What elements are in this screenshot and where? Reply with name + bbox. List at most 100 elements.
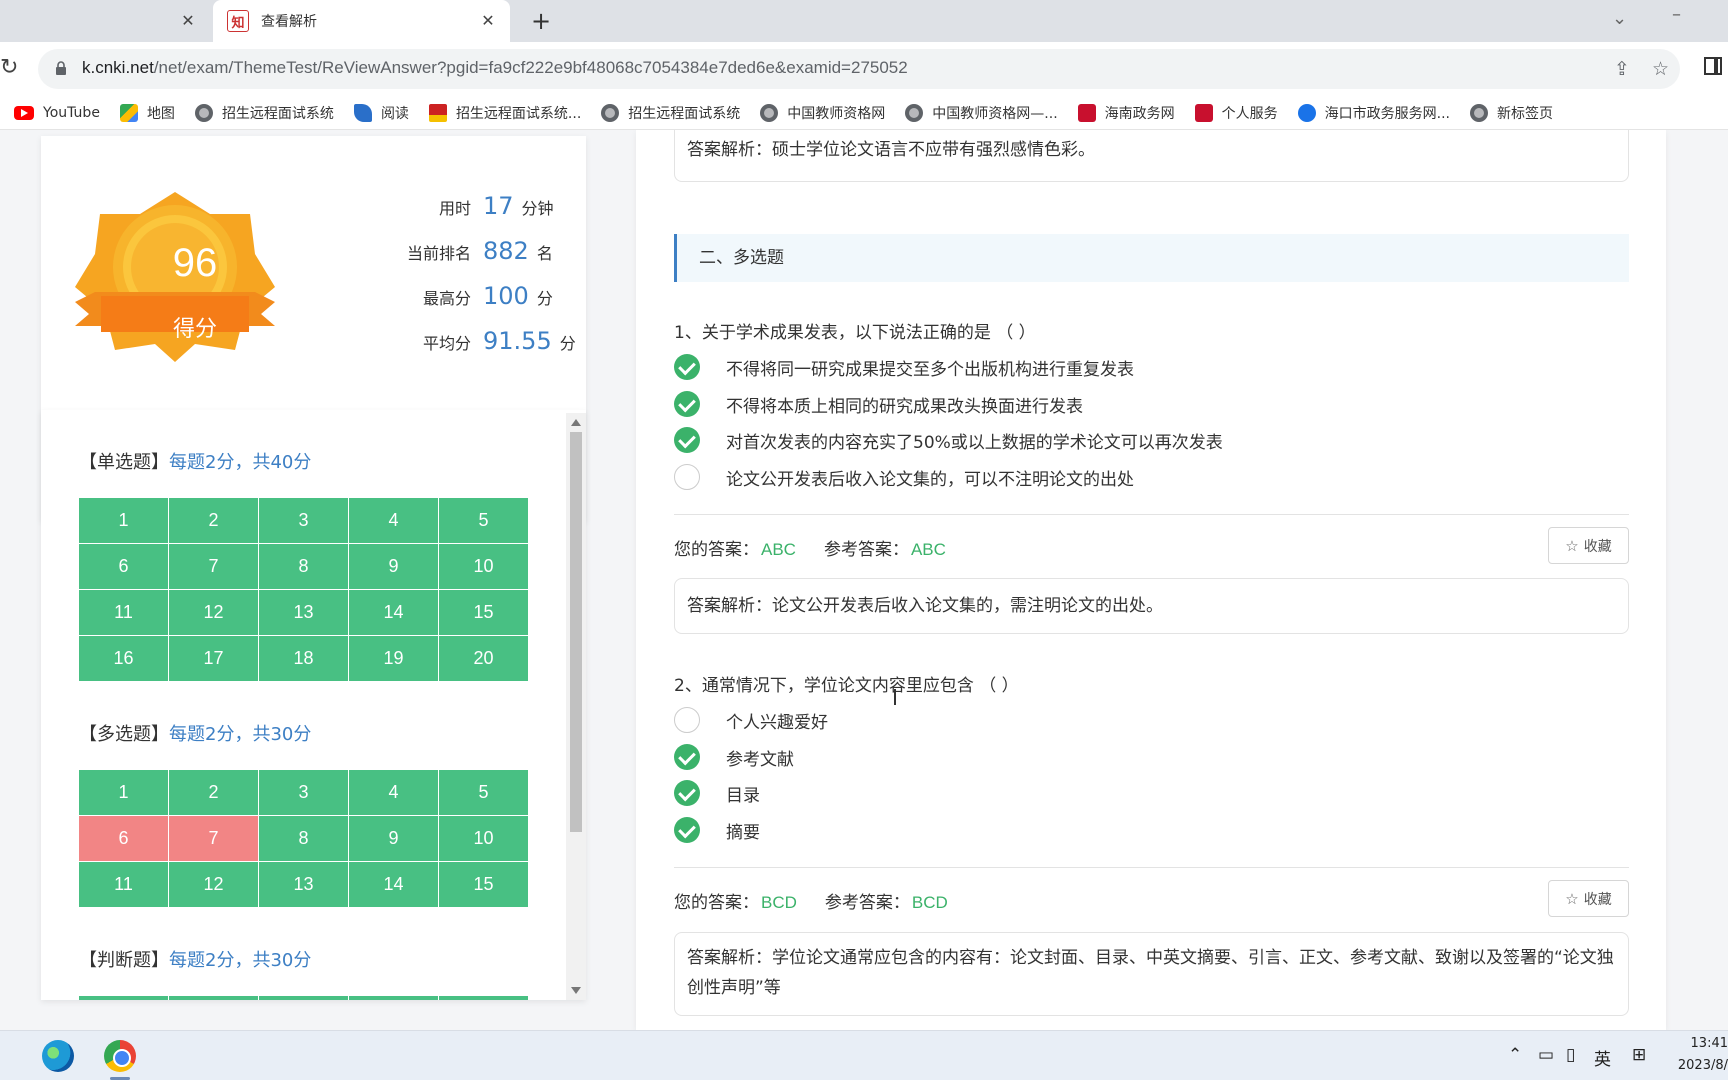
bookmark-item[interactable]: 海南政务网: [1077, 103, 1175, 123]
question-cell[interactable]: 3: [259, 996, 348, 1000]
stat-label: 最高分: [422, 289, 471, 308]
bookmark-item[interactable]: 中国教师资格网—...: [905, 103, 1058, 123]
new-tab-button[interactable]: +: [528, 8, 554, 34]
bookmark-maps[interactable]: 地图: [119, 103, 175, 123]
question-cell[interactable]: 8: [259, 544, 348, 589]
question-cell[interactable]: 10: [439, 816, 528, 861]
question-cell[interactable]: 14: [349, 862, 438, 907]
question-cell[interactable]: 14: [349, 590, 438, 635]
section-title-text: 【多选题】: [79, 724, 169, 745]
question-title: 1、关于学术成果发表，以下说法正确的是 （ ）: [674, 323, 1036, 343]
stat-value: 17: [483, 192, 514, 220]
question-cell[interactable]: 9: [349, 544, 438, 589]
url-host: k.cnki.net: [82, 58, 154, 77]
question-cell[interactable]: 9: [349, 816, 438, 861]
question-cell[interactable]: 2: [169, 996, 258, 1000]
question-cell[interactable]: 4: [349, 996, 438, 1000]
question-cell[interactable]: 18: [259, 636, 348, 681]
question-grid-judge: 12345: [79, 996, 528, 1000]
question-cell[interactable]: 11: [79, 590, 168, 635]
question-cell[interactable]: 16: [79, 636, 168, 681]
answer-sheet-scrollbar[interactable]: [566, 413, 586, 1000]
share-icon[interactable]: ⇪: [1614, 58, 1630, 80]
question-grid-multi: 1 2 3 4 5 6 7 8 9 10 11 12 13 14 15: [79, 770, 528, 907]
question-cell[interactable]: 19: [349, 636, 438, 681]
review-card: 答案解析：硕士学位论文语言不应带有强烈感情色彩。 二、多选题 1、关于学术成果发…: [636, 130, 1666, 1030]
option-text: 不得将同一研究成果提交至多个出版机构进行重复发表: [726, 359, 1134, 380]
edge-icon[interactable]: [42, 1040, 74, 1072]
question-cell[interactable]: 1: [79, 770, 168, 815]
tab-search-chevron-icon[interactable]: ⌄: [1612, 8, 1627, 29]
question-cell[interactable]: 1: [79, 498, 168, 543]
bookmark-item[interactable]: 个人服务: [1194, 103, 1278, 123]
question-cell[interactable]: 11: [79, 862, 168, 907]
bookmark-item[interactable]: 新标签页: [1470, 103, 1553, 123]
bookmark-label: 中国教师资格网: [787, 105, 886, 122]
ime-indicator[interactable]: 英: [1594, 1045, 1611, 1070]
bookmark-item[interactable]: 招生远程面试系统: [601, 103, 740, 123]
question-cell[interactable]: 7: [169, 544, 258, 589]
bookmark-youtube[interactable]: YouTube: [14, 105, 100, 121]
bookmark-item[interactable]: 中国教师资格网: [760, 103, 885, 123]
your-answer: BCD: [761, 893, 797, 912]
stat-label: 用时: [438, 199, 471, 218]
scroll-up-icon[interactable]: [571, 419, 581, 426]
clock[interactable]: 13:41 2023/8/: [1670, 1033, 1728, 1077]
address-bar[interactable]: k.cnki.net/net/exam/ThemeTest/ReViewAnsw…: [38, 49, 1680, 89]
question-cell[interactable]: 15: [439, 862, 528, 907]
question-cell[interactable]: 5: [439, 770, 528, 815]
question-cell[interactable]: 17: [169, 636, 258, 681]
question-cell[interactable]: 6: [79, 544, 168, 589]
toolbar: ↻ k.cnki.net/net/exam/ThemeTest/ReViewAn…: [0, 42, 1728, 96]
stat-unit: 名: [536, 244, 553, 263]
question-cell[interactable]: 2: [169, 498, 258, 543]
favorite-label: 收藏: [1583, 891, 1612, 908]
scroll-thumb[interactable]: [570, 432, 582, 832]
bookmark-item[interactable]: 招生远程面试系统: [194, 103, 334, 123]
close-tab-icon[interactable]: ✕: [478, 11, 498, 31]
question-cell[interactable]: 5: [439, 498, 528, 543]
scroll-down-icon[interactable]: [571, 987, 581, 994]
option-b: 不得将本质上相同的研究成果改头换面进行发表: [674, 391, 1083, 417]
question-cell[interactable]: 12: [169, 590, 258, 635]
bookmark-label: 新标签页: [1497, 105, 1554, 122]
question-cell[interactable]: 15: [439, 590, 528, 635]
question-cell[interactable]: 8: [259, 816, 348, 861]
minimize-icon[interactable]: –: [1672, 4, 1681, 25]
question-cell[interactable]: 1: [79, 996, 168, 1000]
gov-icon: [1077, 103, 1096, 122]
battery-icon[interactable]: ▯: [1566, 1045, 1575, 1065]
bookmark-item[interactable]: 海口市政务服务网...: [1297, 103, 1450, 123]
favorite-button[interactable]: ☆ 收藏: [1548, 527, 1629, 564]
bookmark-item[interactable]: 阅读: [353, 103, 409, 123]
question-cell[interactable]: 4: [349, 498, 438, 543]
favorite-button[interactable]: ☆ 收藏: [1548, 880, 1629, 917]
network-icon[interactable]: ▭: [1538, 1045, 1554, 1065]
question-cell[interactable]: 7: [169, 816, 258, 861]
question-cell[interactable]: 20: [439, 636, 528, 681]
side-panel-icon[interactable]: [1704, 57, 1722, 75]
question-cell[interactable]: 13: [259, 590, 348, 635]
question-cell[interactable]: 4: [349, 770, 438, 815]
taskbar: ⌃ ▭ ▯ 英 ⊞ 13:41 2023/8/: [0, 1030, 1728, 1080]
tray-chevron-icon[interactable]: ⌃: [1508, 1045, 1522, 1065]
url-text[interactable]: k.cnki.net/net/exam/ThemeTest/ReViewAnsw…: [82, 58, 908, 78]
question-cell[interactable]: 13: [259, 862, 348, 907]
close-tab-icon[interactable]: ✕: [178, 11, 198, 31]
browser-tab-active[interactable]: 知 查看解析 ✕: [213, 0, 510, 42]
option-b: 参考文献: [674, 744, 794, 770]
ime-mode-icon[interactable]: ⊞: [1632, 1045, 1646, 1065]
bookmarks-bar: YouTube 地图 招生远程面试系统 阅读 招生远程面试系统... 招生远程面…: [0, 96, 1728, 130]
question-cell[interactable]: 2: [169, 770, 258, 815]
chrome-icon[interactable]: [104, 1040, 136, 1072]
question-cell[interactable]: 10: [439, 544, 528, 589]
question-cell[interactable]: 12: [169, 862, 258, 907]
bookmark-item[interactable]: 招生远程面试系统...: [428, 103, 581, 123]
bookmark-star-icon[interactable]: ☆: [1652, 58, 1669, 80]
question-cell[interactable]: 5: [439, 996, 528, 1000]
browser-tab-inactive[interactable]: ✕: [0, 0, 210, 42]
question-cell[interactable]: 6: [79, 816, 168, 861]
question-cell[interactable]: 3: [259, 498, 348, 543]
reload-icon[interactable]: ↻: [0, 56, 24, 80]
question-cell[interactable]: 3: [259, 770, 348, 815]
